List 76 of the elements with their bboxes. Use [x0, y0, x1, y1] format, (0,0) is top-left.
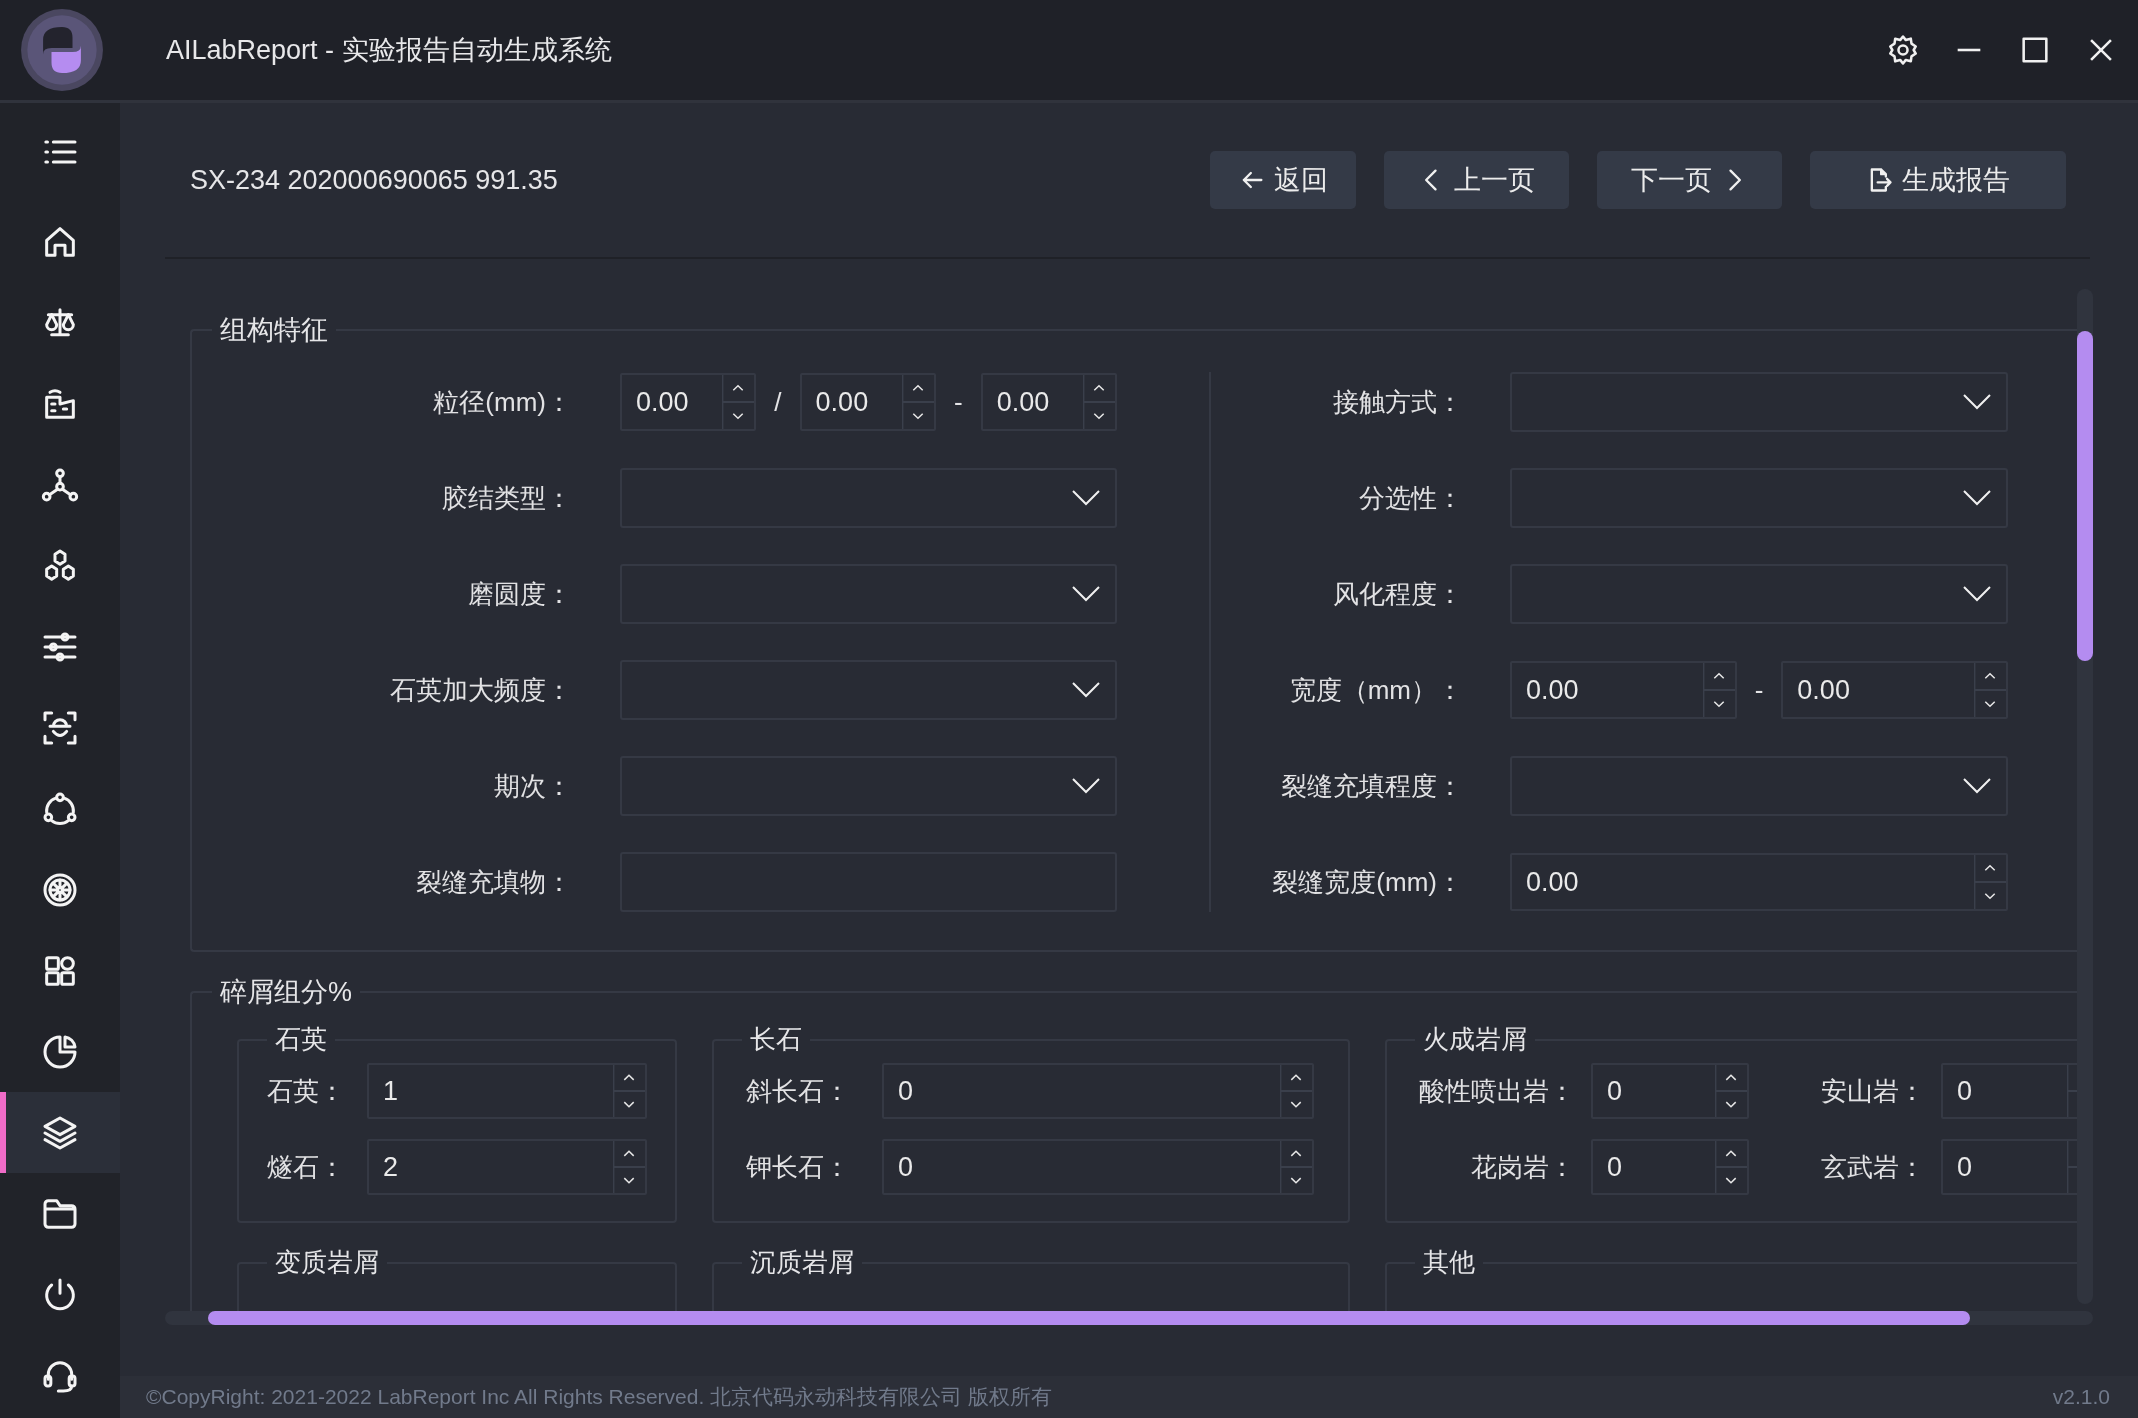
group-title: 长石 — [749, 1023, 803, 1056]
field-label: 花岗岩： — [1470, 1150, 1575, 1184]
field-label: 风化程度： — [1332, 577, 1463, 611]
field-label: 钾长石： — [745, 1150, 850, 1184]
copyright-text: ©CopyRight: 2021-2022 LabReport Inc All Rights Reserved. 北京代码永动科技有限公司 版权所有 — [146, 1384, 1052, 1410]
chevron-down-icon — [1071, 489, 1101, 507]
group-title: 沉质岩屑 — [749, 1246, 855, 1279]
next-button[interactable]: 下一页 — [1597, 151, 1782, 209]
stepper-icon — [1974, 663, 2006, 717]
stepper-icon — [1702, 663, 1735, 717]
field-label: 裂缝宽度(mm)： — [1271, 865, 1463, 899]
logo-icon — [20, 8, 104, 92]
chevron-down-icon — [1071, 681, 1101, 699]
record-title: SX-234 202000690065 991.35 — [190, 164, 558, 196]
number-field[interactable]: 0.00 — [980, 373, 1117, 431]
field-label: 宽度（mm）： — [1288, 673, 1463, 707]
field-label: 酸性喷出岩： — [1418, 1074, 1575, 1108]
field-label: 分选性： — [1358, 481, 1463, 515]
chevron-down-icon — [1962, 585, 1992, 603]
field-label: 安山岩： — [1820, 1074, 1925, 1108]
stepper-icon — [1715, 1065, 1747, 1117]
chevron-down-icon — [1962, 393, 1992, 411]
report-button[interactable]: 生成报告 — [1810, 151, 2066, 209]
stepper-icon — [613, 1065, 645, 1117]
field-label: 石英： — [266, 1074, 345, 1108]
field-label: 磨圆度： — [467, 577, 572, 611]
field-label: 燧石： — [266, 1150, 345, 1184]
number-field[interactable]: 0 — [882, 1063, 1314, 1119]
number-field[interactable]: 2 — [367, 1139, 647, 1195]
group-title: 碎屑组分% — [219, 976, 353, 1009]
chevron-down-icon — [1071, 777, 1101, 795]
range-separator: / — [773, 386, 783, 418]
field-label: 裂缝充填程度： — [1280, 769, 1463, 803]
field-label: 裂缝充填物： — [415, 865, 572, 899]
vertical-scrollbar[interactable] — [2077, 289, 2093, 1304]
number-field[interactable]: 0 — [1591, 1063, 1749, 1119]
chevron-down-icon — [1962, 777, 1992, 795]
stepper-icon — [613, 1141, 645, 1193]
stepper-icon — [1974, 855, 2006, 909]
field-label: 粒径(mm)： — [432, 385, 572, 419]
field-label: 石英加大频度： — [389, 673, 572, 707]
window-title: AILabReport - 实验报告自动生成系统 — [166, 34, 612, 67]
version-text: v2.1.0 — [2052, 1385, 2110, 1409]
group-title: 其他 — [1422, 1246, 1476, 1279]
field-label: 斜长石： — [745, 1074, 850, 1108]
number-field[interactable]: 0.00 — [1510, 853, 2008, 911]
range-separator: - — [952, 386, 964, 418]
chevron-down-icon — [1962, 489, 1992, 507]
scrollbar-thumb[interactable] — [2077, 331, 2093, 661]
stepper-icon — [1715, 1141, 1747, 1193]
group-title: 组构特征 — [219, 314, 329, 347]
stepper-icon — [1083, 375, 1115, 429]
back-button[interactable]: 返回 — [1210, 151, 1356, 209]
sidebar-item[interactable] — [0, 1092, 120, 1173]
settings-icon[interactable] — [1886, 33, 1920, 67]
stepper-icon — [1280, 1065, 1312, 1117]
prev-button[interactable]: 上一页 — [1384, 151, 1569, 209]
group-title: 石英 — [274, 1023, 328, 1056]
stepper-icon — [722, 375, 755, 429]
range-separator: - — [1753, 674, 1765, 706]
field-label: 期次： — [493, 769, 572, 803]
stepper-icon — [901, 375, 934, 429]
number-field[interactable]: 0 — [1591, 1139, 1749, 1195]
number-field[interactable]: 0 — [882, 1139, 1314, 1195]
field-label: 玄武岩： — [1820, 1150, 1925, 1184]
group-title: 火成岩屑 — [1422, 1023, 1528, 1056]
number-field[interactable]: 0.00 — [799, 373, 936, 431]
chevron-down-icon — [1071, 585, 1101, 603]
group-title: 变质岩屑 — [274, 1246, 380, 1279]
number-field[interactable]: 0.00 — [620, 373, 757, 431]
stepper-icon — [1280, 1141, 1312, 1193]
number-field[interactable]: 1 — [367, 1063, 647, 1119]
field-label: 接触方式： — [1332, 385, 1463, 419]
field-label: 胶结类型： — [441, 481, 572, 515]
number-field[interactable]: 0.00 — [1510, 661, 1737, 719]
number-field[interactable]: 0.00 — [1781, 661, 2008, 719]
